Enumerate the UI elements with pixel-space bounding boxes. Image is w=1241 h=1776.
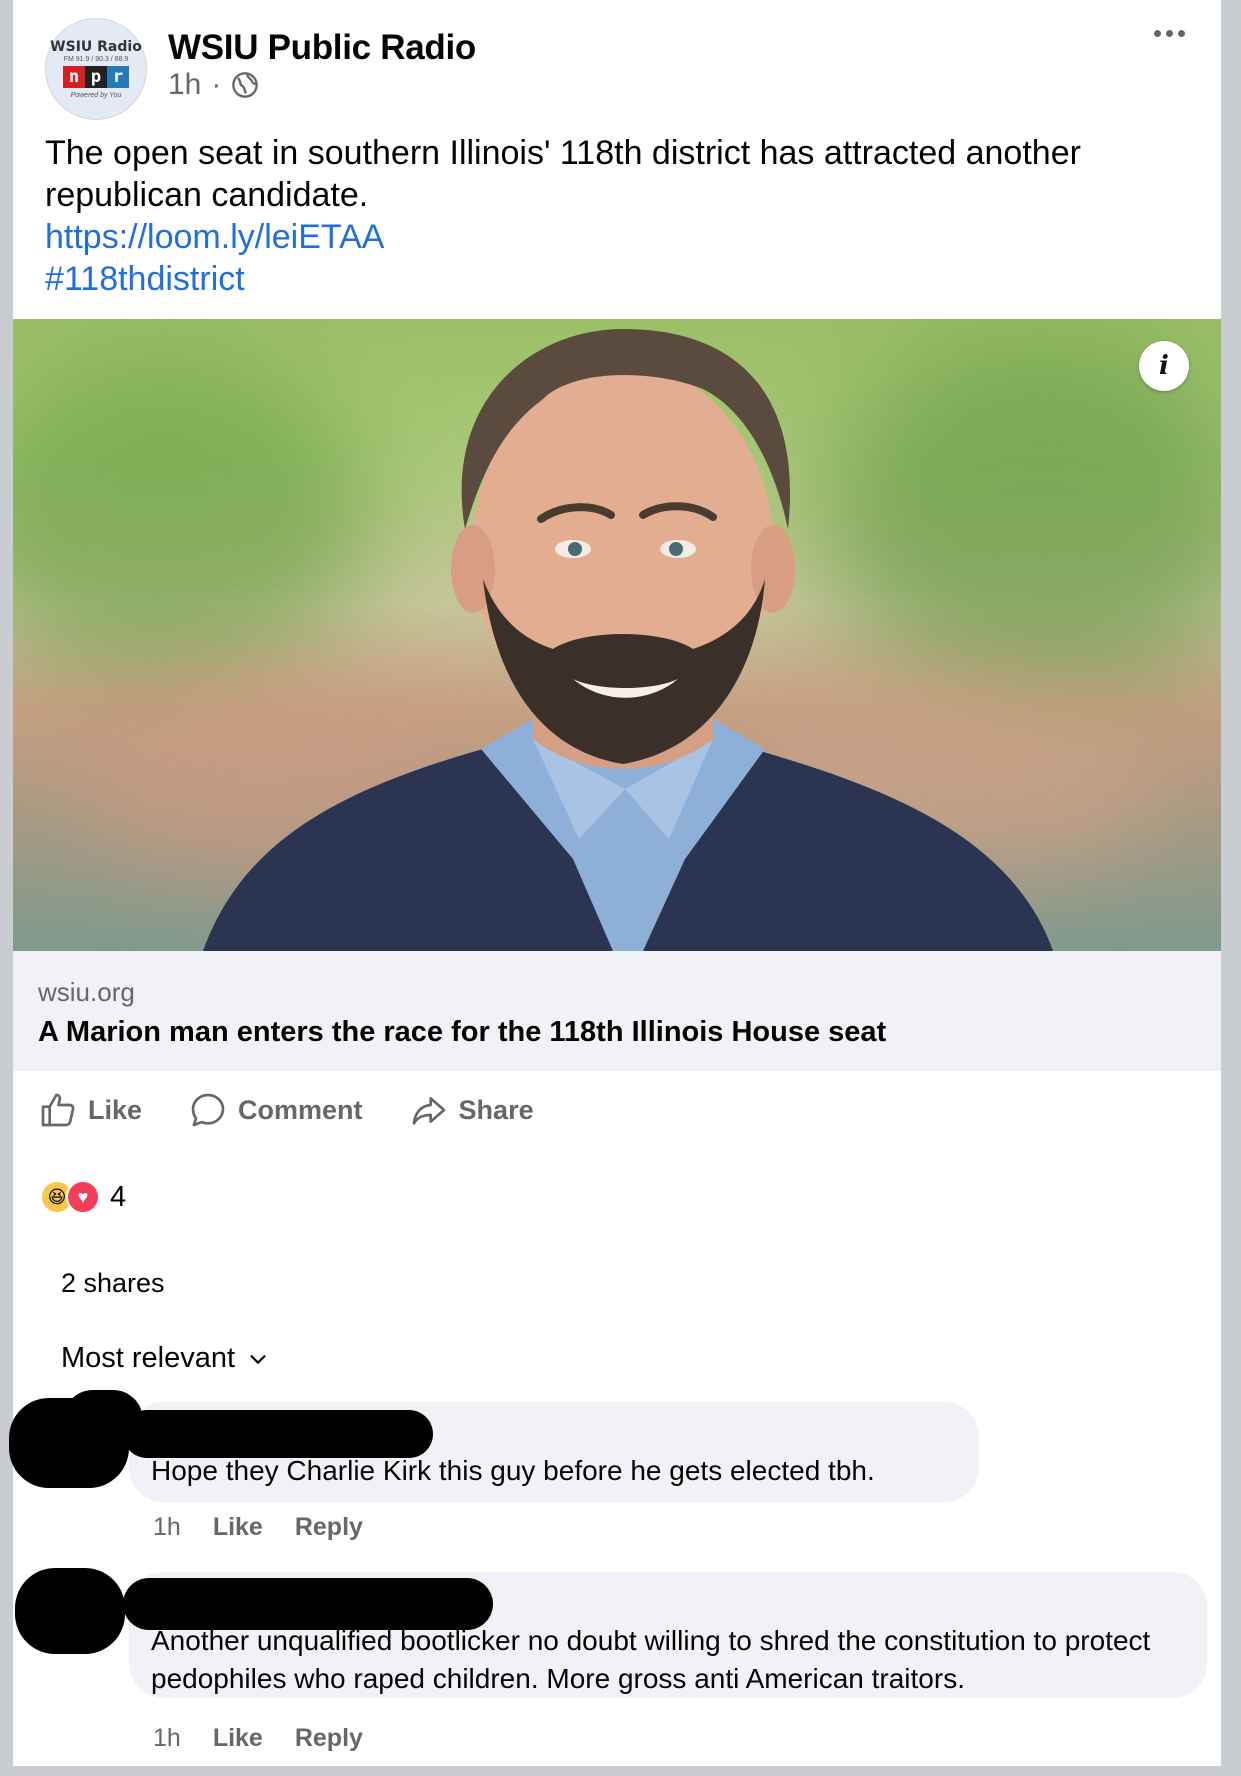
comment-like-button[interactable]: Like: [213, 1513, 263, 1542]
comment-button[interactable]: Comment: [188, 1090, 363, 1130]
globe-icon: [232, 72, 259, 98]
more-options-icon[interactable]: [1154, 30, 1185, 37]
love-reaction-icon: ♥: [66, 1180, 100, 1214]
like-button[interactable]: Like: [38, 1090, 142, 1130]
post-hashtag[interactable]: #118thdistrict: [45, 258, 1195, 300]
sort-label: Most relevant: [61, 1342, 236, 1374]
link-title[interactable]: A Marion man enters the race for the 118…: [38, 1016, 886, 1049]
post-time[interactable]: 1h: [168, 68, 201, 102]
comment-text: Hope they Charlie Kirk this guy before h…: [151, 1455, 875, 1486]
reactions-summary[interactable]: 😆 ♥ 4: [40, 1180, 126, 1214]
comment-time[interactable]: 1h: [153, 1513, 181, 1542]
comment-text: Another unqualified bootlicker no doubt …: [151, 1625, 1151, 1694]
comment-reply-button[interactable]: Reply: [295, 1724, 363, 1753]
redacted-commenter-name: [123, 1410, 433, 1458]
redacted-commenter-avatar: [15, 1568, 125, 1654]
comment-bubble-icon: [191, 1093, 225, 1127]
npr-logo: n p r: [63, 66, 129, 88]
page-name[interactable]: WSIU Public Radio: [168, 28, 476, 68]
shares-count[interactable]: 2 shares: [61, 1268, 165, 1299]
link-preview-image[interactable]: i: [13, 319, 1221, 951]
comment-meta: 1h Like Reply: [153, 1724, 363, 1753]
avatar-logo-frequency: FM 91.9 / 90.3 / 88.9: [63, 56, 129, 63]
npr-logo-p: p: [85, 66, 107, 88]
share-label: Share: [458, 1094, 534, 1125]
post-link[interactable]: https://loom.ly/leiETAA: [45, 216, 1195, 258]
chevron-down-icon: [250, 1354, 266, 1364]
reaction-count: 4: [110, 1180, 127, 1213]
comment-reply-button[interactable]: Reply: [295, 1513, 363, 1542]
avatar-logo-tagline: Powered by You: [70, 92, 122, 99]
comment-sort-dropdown[interactable]: Most relevant: [61, 1342, 269, 1375]
meta-separator: ·: [211, 68, 222, 101]
action-bar: Like Comment Share: [38, 1090, 534, 1130]
avatar-logo-title: WSIU Radio: [50, 39, 142, 55]
candidate-portrait: [203, 329, 1053, 951]
npr-logo-r: r: [107, 66, 129, 88]
redacted-commenter-name: [123, 1578, 493, 1630]
page-avatar[interactable]: WSIU Radio FM 91.9 / 90.3 / 88.9 n p r P…: [45, 18, 147, 120]
comment-meta: 1h Like Reply: [153, 1513, 363, 1542]
post-card: WSIU Radio FM 91.9 / 90.3 / 88.9 n p r P…: [9, 0, 1221, 1766]
comment-time[interactable]: 1h: [153, 1724, 181, 1753]
post-body: The open seat in southern Illinois' 118t…: [45, 132, 1195, 300]
post-text: The open seat in southern Illinois' 118t…: [45, 134, 1081, 214]
npr-logo-n: n: [63, 66, 85, 88]
info-icon[interactable]: i: [1139, 341, 1189, 391]
like-label: Like: [88, 1094, 143, 1125]
link-domain: wsiu.org: [38, 977, 135, 1007]
link-preview-meta[interactable]: wsiu.org A Marion man enters the race fo…: [13, 951, 1221, 1071]
share-arrow-icon: [412, 1097, 445, 1125]
thumbs-up-icon: [41, 1093, 75, 1127]
post-meta: 1h ·: [168, 68, 259, 102]
comment-like-button[interactable]: Like: [213, 1724, 263, 1753]
share-button[interactable]: Share: [409, 1090, 534, 1130]
comment-label: Comment: [238, 1094, 363, 1125]
